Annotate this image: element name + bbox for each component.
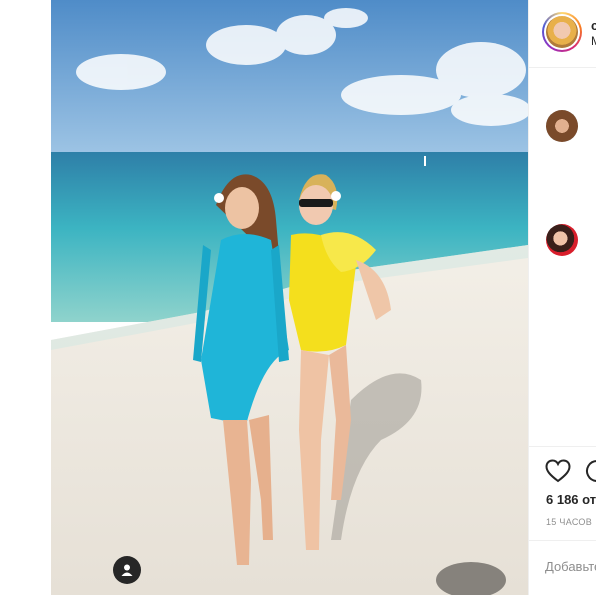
likes-count[interactable]: 6 186 от [546, 492, 596, 507]
add-comment-bar [529, 540, 596, 595]
user-tag-button[interactable] [113, 556, 141, 584]
author-username[interactable]: c [591, 18, 596, 33]
post-side-panel: c M 6 186 от 15 ЧАСОВ [528, 0, 596, 595]
sea-marker [424, 156, 426, 166]
commenter-avatar[interactable] [546, 110, 578, 142]
post-header: c M [529, 0, 596, 68]
comment-icon[interactable] [585, 459, 596, 488]
author-avatar[interactable] [542, 12, 582, 52]
commenter-avatar[interactable] [546, 224, 578, 256]
post-photo[interactable] [51, 0, 528, 595]
beach-photo-illustration [51, 0, 528, 595]
post-timestamp[interactable]: 15 ЧАСОВ [546, 517, 592, 527]
post-actions: 6 186 от 15 ЧАСОВ [529, 446, 596, 547]
person-icon [121, 564, 133, 576]
comment-input[interactable] [545, 559, 596, 574]
left-gutter [0, 0, 51, 595]
author-subtitle: M [591, 34, 596, 48]
heart-icon[interactable] [545, 459, 571, 488]
